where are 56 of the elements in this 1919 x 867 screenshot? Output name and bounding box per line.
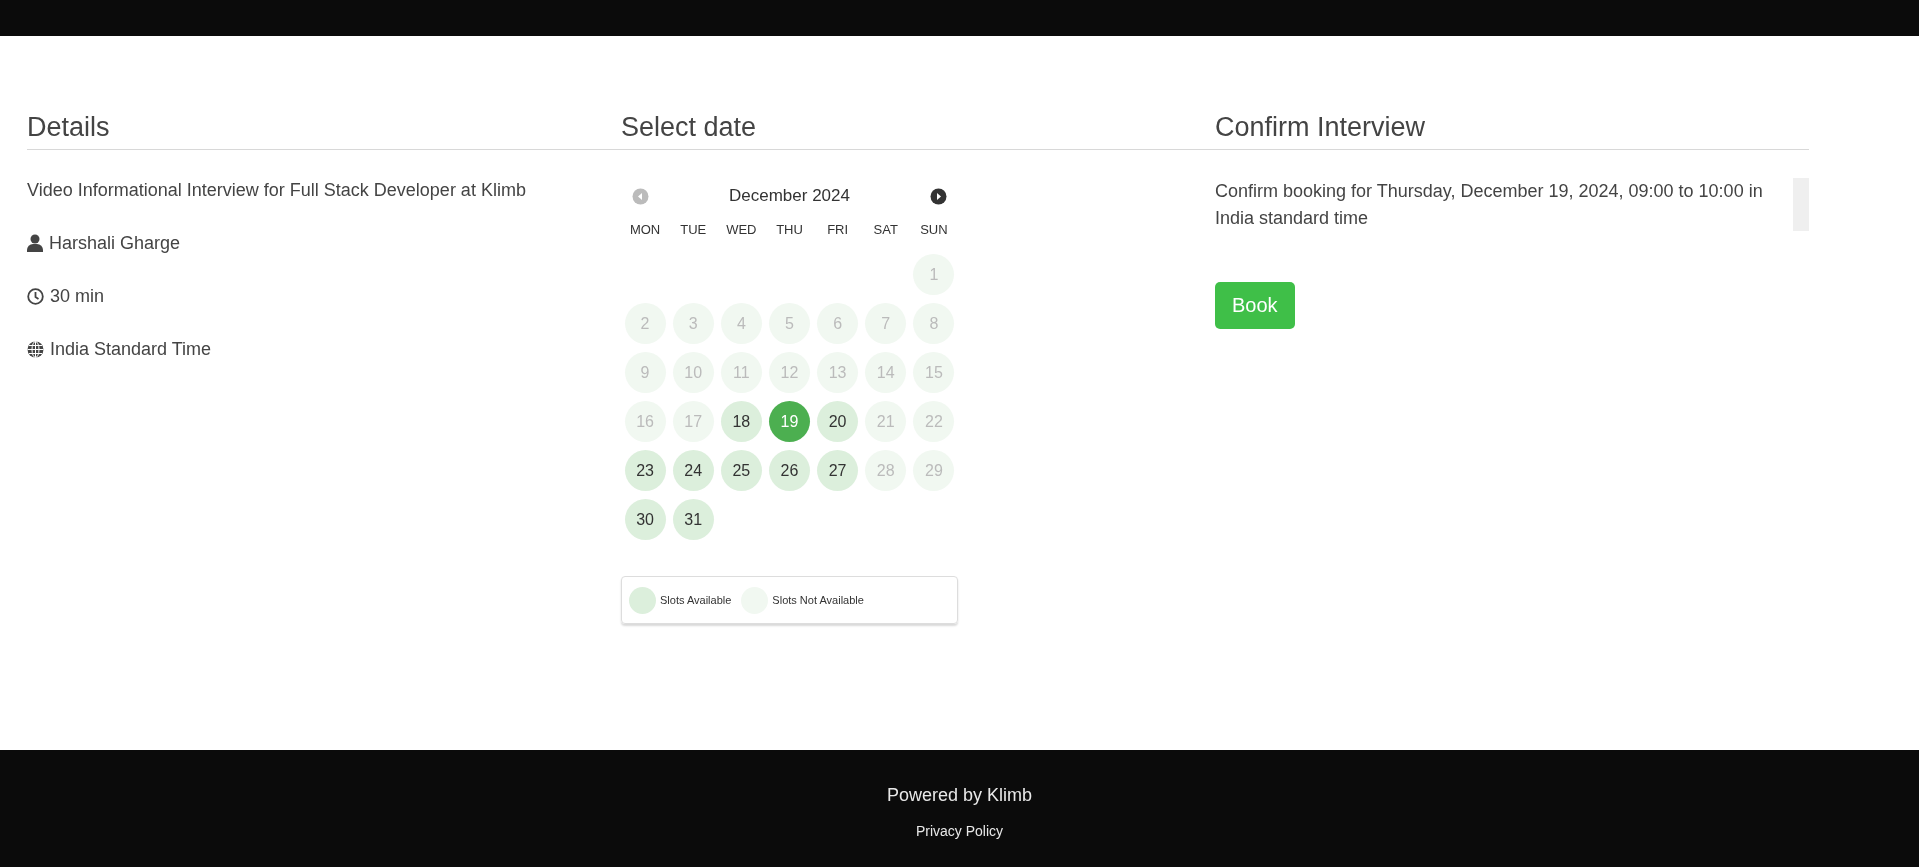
globe-icon bbox=[27, 340, 44, 358]
calendar-day[interactable]: 2 bbox=[624, 303, 666, 344]
calendar-day[interactable]: 14 bbox=[865, 352, 907, 393]
weekday-label: WED bbox=[726, 221, 757, 239]
calendar-day[interactable]: 17 bbox=[672, 401, 714, 442]
calendar-day[interactable]: 28 bbox=[865, 450, 907, 491]
privacy-policy-link[interactable]: Privacy Policy bbox=[915, 823, 1004, 839]
calendar-day[interactable]: 15 bbox=[913, 352, 955, 393]
calendar-day[interactable]: 21 bbox=[865, 401, 907, 442]
calendar-day[interactable]: 1 bbox=[913, 254, 955, 295]
calendar-day[interactable]: 23 bbox=[624, 450, 666, 491]
calendar-day[interactable]: 9 bbox=[624, 352, 666, 393]
weekday-label: SAT bbox=[873, 221, 898, 239]
detail-text: Harshali Gharge bbox=[49, 232, 181, 255]
calendar-day[interactable]: 3 bbox=[672, 303, 714, 344]
calendar-day[interactable]: 24 bbox=[672, 450, 714, 491]
calendar-day[interactable]: 6 bbox=[817, 303, 859, 344]
calendar-day[interactable]: 10 bbox=[672, 352, 714, 393]
calendar-day[interactable]: 26 bbox=[769, 450, 810, 491]
confirmation-message: Confirm booking for Thursday, December 19, 2024, 09:00 to 10:00 in India standard time bbox=[1215, 180, 1764, 230]
calendar-day[interactable]: 13 bbox=[817, 352, 859, 393]
calendar-day[interactable]: 27 bbox=[817, 450, 859, 491]
person-icon bbox=[27, 234, 43, 252]
calendar-day[interactable]: 30 bbox=[624, 499, 666, 540]
detail-text: India Standard Time bbox=[50, 338, 212, 361]
calendar-day[interactable]: 16 bbox=[624, 401, 666, 442]
calendar-day[interactable]: 5 bbox=[769, 303, 810, 344]
weekday-label: MON bbox=[629, 221, 661, 239]
calendar-day[interactable]: 7 bbox=[865, 303, 907, 344]
calendar-day[interactable]: 11 bbox=[720, 352, 762, 393]
weekday-label: TUE bbox=[680, 221, 707, 239]
month-label: December 2024 bbox=[729, 186, 850, 206]
calendar-day[interactable]: 31 bbox=[672, 499, 714, 540]
calendar-day[interactable]: 19 bbox=[769, 401, 810, 442]
legend-label: Slots Available bbox=[660, 594, 732, 606]
calendar-day[interactable]: 4 bbox=[720, 303, 762, 344]
legend-label: Slots Not Available bbox=[772, 594, 864, 606]
book-button[interactable]: Book bbox=[1215, 282, 1295, 329]
section-heading: Confirm Interview bbox=[1215, 102, 1809, 150]
section-heading: Details bbox=[27, 102, 621, 150]
calendar-day[interactable]: 22 bbox=[913, 401, 955, 442]
interview-title: Video Informational Interview for Full Stack Developer at Klimb bbox=[27, 179, 527, 202]
calendar-day[interactable]: 18 bbox=[720, 401, 762, 442]
next-month-button[interactable] bbox=[930, 187, 947, 205]
weekday-label: SUN bbox=[920, 221, 948, 239]
powered-by-text: Powered by Klimb bbox=[886, 785, 1033, 806]
detail-text: 30 min bbox=[50, 285, 105, 308]
calendar-day[interactable]: 12 bbox=[769, 352, 810, 393]
calendar-day[interactable]: 25 bbox=[720, 450, 762, 491]
section-heading: Select date bbox=[621, 102, 1215, 150]
calendar-day[interactable]: 20 bbox=[817, 401, 859, 442]
weekday-label: FRI bbox=[827, 221, 849, 239]
clock-icon bbox=[27, 287, 44, 305]
calendar-day[interactable]: 29 bbox=[913, 450, 955, 491]
weekday-label: THU bbox=[776, 221, 803, 239]
calendar-day[interactable]: 8 bbox=[913, 303, 955, 344]
